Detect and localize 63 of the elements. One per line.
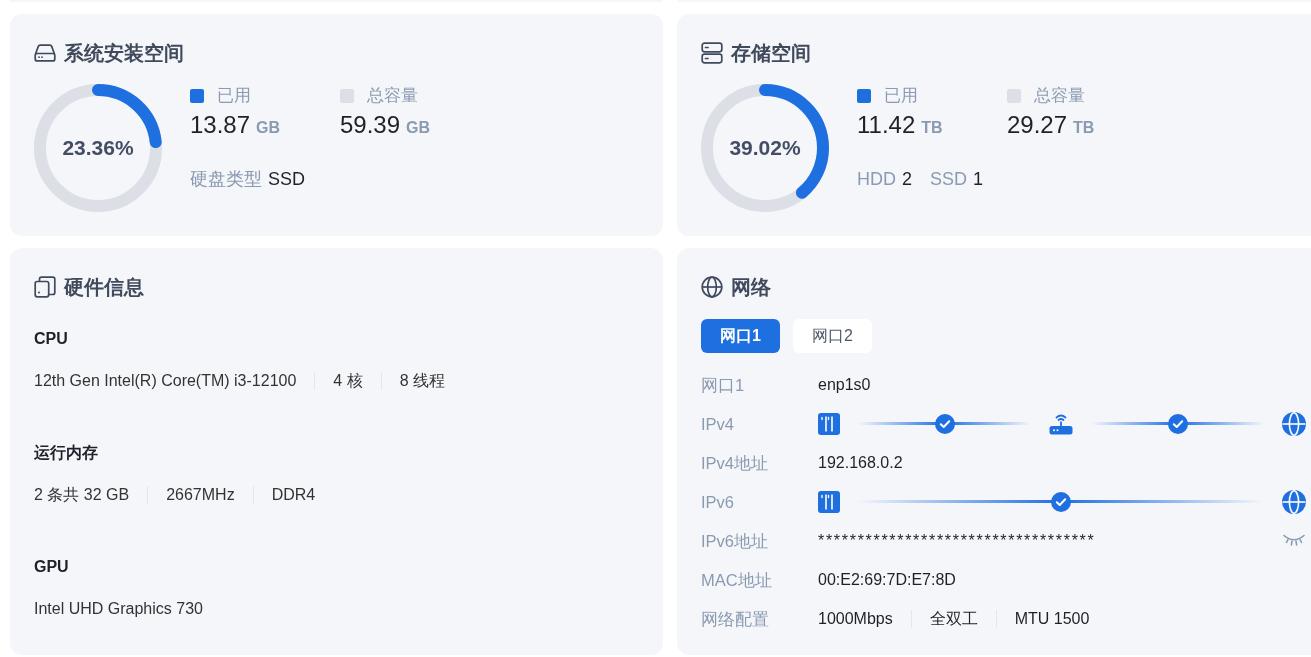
globe-icon bbox=[701, 276, 723, 298]
router-icon bbox=[1049, 412, 1073, 435]
row-label: IPv4 bbox=[701, 413, 736, 435]
unit-label: GB bbox=[256, 118, 281, 138]
storage-value: 11.42 bbox=[857, 110, 916, 140]
detail-label: HDD bbox=[857, 168, 896, 191]
spec-value: 8 线程 bbox=[399, 371, 445, 391]
spec-value: Intel UHD Graphics 730 bbox=[34, 599, 203, 619]
spec-value: DDR4 bbox=[271, 485, 316, 505]
tab[interactable]: 网口2 bbox=[792, 319, 872, 353]
spec-value: 2 条共 32 GB bbox=[34, 485, 130, 505]
tab[interactable]: 网口1 bbox=[701, 319, 780, 353]
legend-label: 总容量 bbox=[367, 86, 418, 106]
usage-percent: 39.02% bbox=[729, 135, 801, 161]
check-icon bbox=[1051, 491, 1071, 512]
legend-label: 总容量 bbox=[1034, 86, 1085, 106]
row-value: *********************************** bbox=[818, 530, 1097, 551]
row-value: 全双工 bbox=[929, 608, 978, 629]
row-label: IPv6 bbox=[701, 491, 736, 513]
check-icon bbox=[934, 413, 955, 434]
row-label: MAC地址 bbox=[701, 569, 773, 591]
card-title: 网络 bbox=[731, 275, 771, 300]
detail-value: 2 bbox=[902, 168, 912, 191]
spec-value: 12th Gen Intel(R) Core(TM) i3-12100 bbox=[34, 371, 297, 391]
detail-label: SSD bbox=[930, 168, 968, 191]
server-icon bbox=[818, 412, 840, 435]
hard-drive-icon bbox=[34, 44, 56, 62]
legend-label: 已用 bbox=[884, 86, 918, 106]
card-title: 系统安装空间 bbox=[64, 41, 184, 66]
card-title: 硬件信息 bbox=[64, 275, 144, 300]
row-value: MTU 1500 bbox=[1014, 608, 1090, 629]
storage-value: 13.87 bbox=[190, 110, 251, 140]
unit-label: GB bbox=[406, 118, 431, 138]
usage-percent: 23.36% bbox=[62, 135, 134, 161]
spec-value: 2667MHz bbox=[166, 485, 235, 505]
unit-label: TB bbox=[1073, 118, 1095, 138]
eye-closed-icon[interactable] bbox=[1283, 534, 1305, 547]
device-icon bbox=[34, 276, 56, 298]
row-value: 1000Mbps bbox=[818, 608, 893, 629]
legend-label: 已用 bbox=[217, 86, 251, 106]
row-label: 网口1 bbox=[701, 374, 746, 396]
row-label: IPv4地址 bbox=[701, 452, 770, 474]
server-stack-icon bbox=[701, 42, 723, 64]
globe-icon bbox=[1282, 411, 1306, 436]
section-heading: CPU bbox=[34, 329, 68, 349]
row-value: enp1s0 bbox=[818, 374, 871, 395]
card-title: 存储空间 bbox=[731, 41, 811, 66]
unit-label: TB bbox=[921, 118, 943, 138]
detail-value: SSD bbox=[268, 168, 305, 191]
row-value: 00:E2:69:7D:E7:8D bbox=[818, 569, 956, 590]
section-heading: 运行内存 bbox=[34, 443, 98, 463]
detail-value: 1 bbox=[973, 168, 984, 191]
check-icon bbox=[1167, 413, 1188, 434]
globe-icon bbox=[1282, 489, 1306, 514]
row-label: 网络配置 bbox=[701, 608, 770, 630]
server-icon bbox=[818, 490, 840, 513]
spec-value: 4 核 bbox=[333, 371, 363, 391]
section-heading: GPU bbox=[34, 557, 69, 577]
row-value: 192.168.0.2 bbox=[818, 452, 903, 473]
storage-value: 59.39 bbox=[340, 110, 401, 140]
row-label: IPv6地址 bbox=[701, 530, 770, 552]
storage-value: 29.27 bbox=[1007, 110, 1068, 140]
detail-label: 硬盘类型 bbox=[190, 168, 262, 191]
